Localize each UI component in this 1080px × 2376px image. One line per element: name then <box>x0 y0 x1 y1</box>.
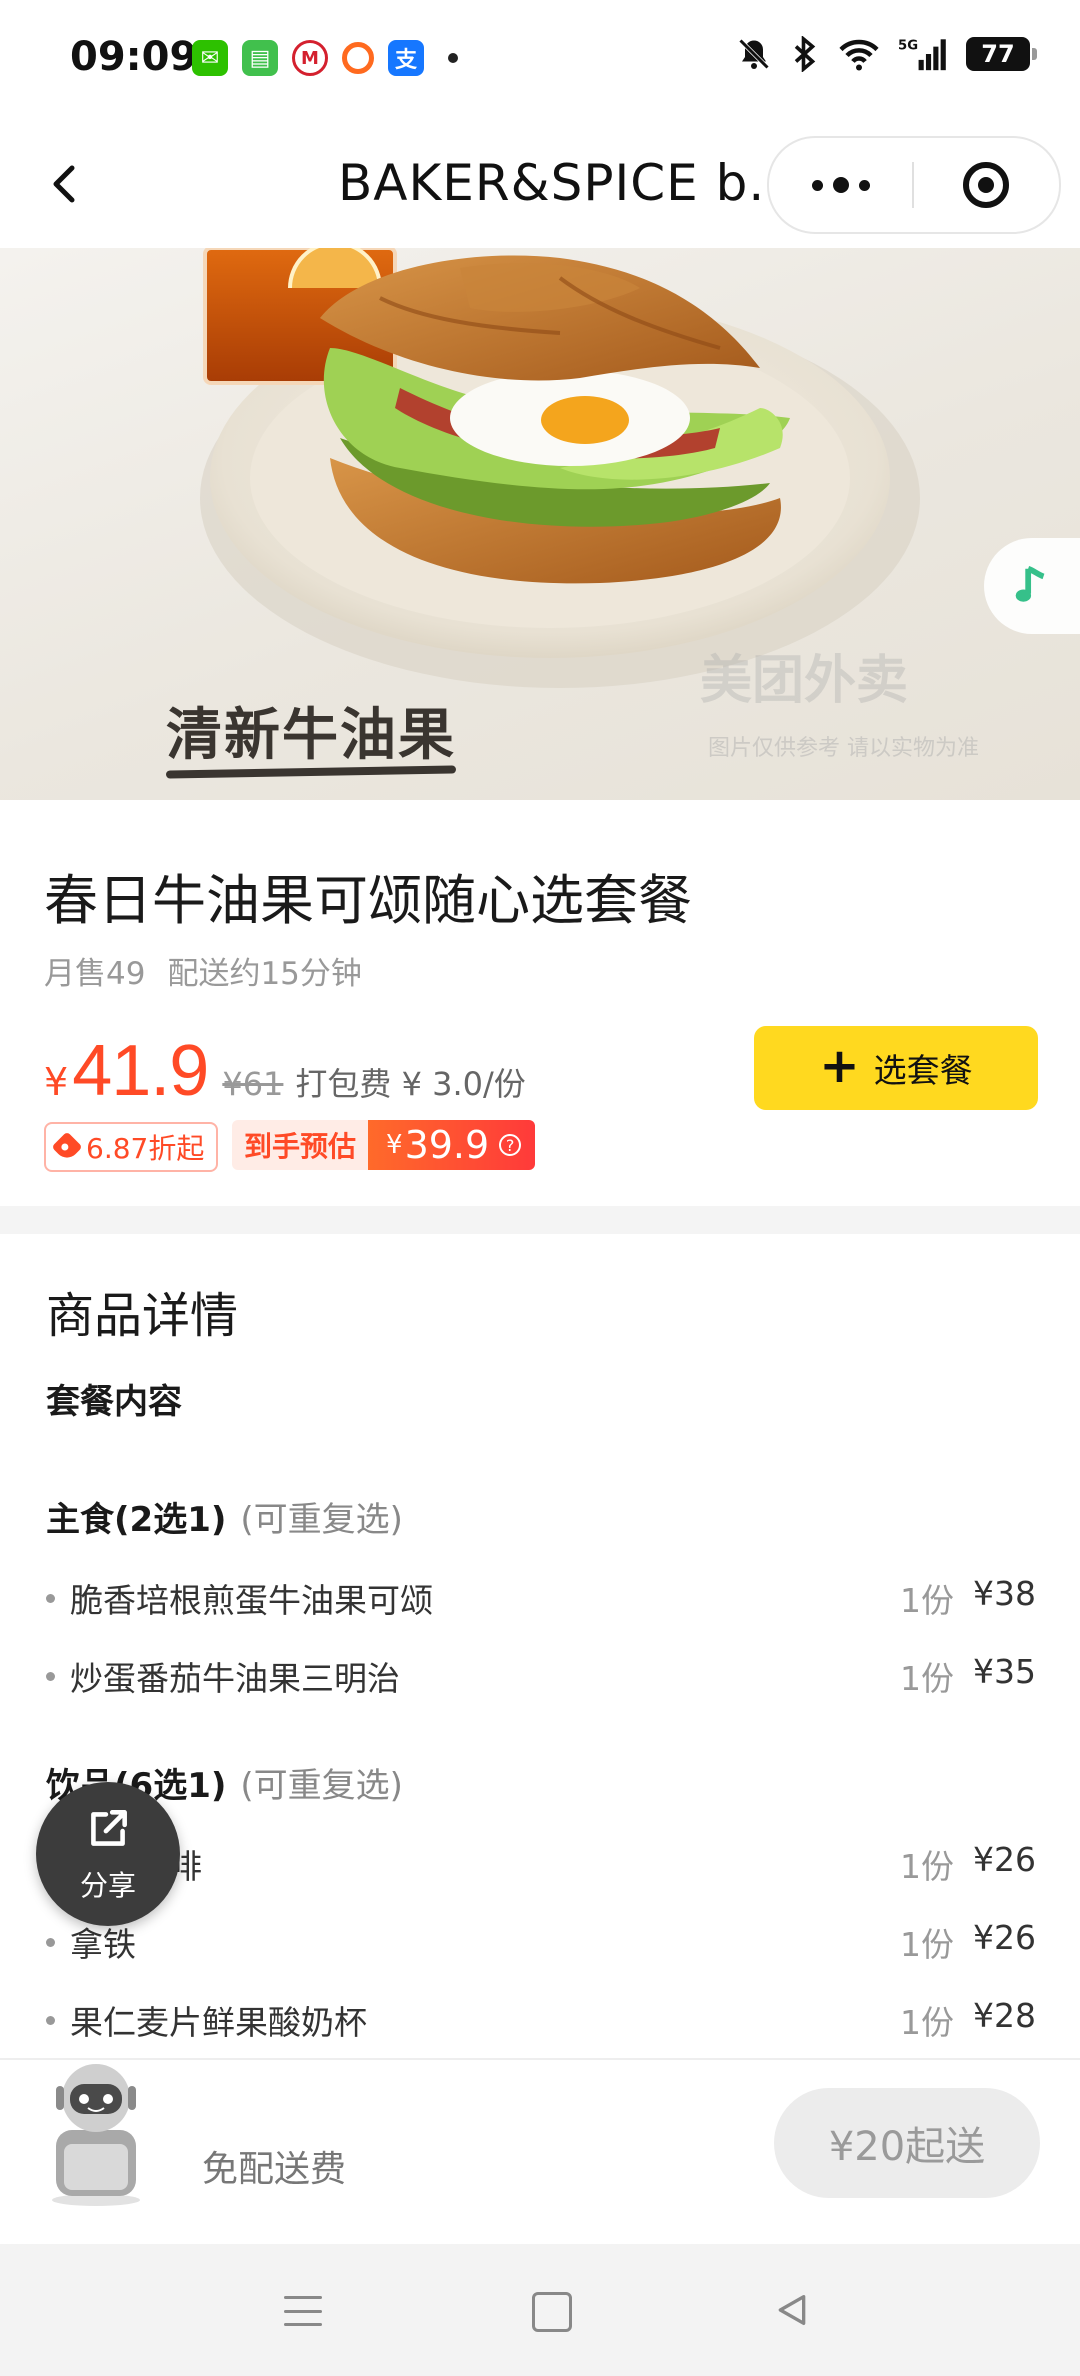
select-set-button[interactable]: + 选套餐 <box>754 1026 1038 1110</box>
group-heading-main: 主食(2选1) (可重复选) <box>46 1492 403 1541</box>
minimum-order-button[interactable]: ¥20起送 <box>774 2088 1040 2198</box>
item-price: ¥38 <box>973 1574 1036 1613</box>
alipay-icon: 支 <box>388 40 424 76</box>
monthly-sales: 月售49 <box>44 956 146 992</box>
item-qty: 1份 <box>900 1581 954 1620</box>
select-set-label: 选套餐 <box>873 1051 973 1090</box>
bullet <box>46 1672 55 1681</box>
list-item: 美式咖啡 1份 ¥26 <box>46 1840 1036 1890</box>
svg-text:5G: 5G <box>898 39 918 54</box>
meituan-watermark: 美团外卖 <box>700 651 909 711</box>
system-back-button[interactable] <box>772 2290 812 2330</box>
bank-icon: M <box>292 40 328 76</box>
current-price: 41.9 <box>72 1031 209 1111</box>
product-details: 商品详情 套餐内容 主食(2选1) (可重复选) 脆香培根煎蛋牛油果可颂 1份 ¥… <box>0 1234 1080 2058</box>
status-time: 09:09 <box>70 34 198 80</box>
more-notifications-icon <box>448 53 458 63</box>
bullet <box>46 1594 55 1603</box>
share-label: 分享 <box>79 1869 136 1902</box>
croissant-sandwich-illustration <box>200 248 920 688</box>
list-item: 果仁麦片鲜果酸奶杯 1份 ¥28 <box>46 1996 1036 2046</box>
price-tag-icon <box>51 1131 83 1163</box>
estimated-price-badge[interactable]: 到手预估 ¥ 39.9 ? <box>232 1120 536 1170</box>
group-note: (可重复选) <box>240 1500 403 1540</box>
product-image: 清新牛油果 美团外卖 图片仅供参考 请以实物为准 <box>0 248 1080 800</box>
estimate-label: 到手预估 <box>232 1120 369 1170</box>
signal-5g-icon: 5G <box>898 39 946 71</box>
notification-icons: ✉ ▤ M 支 <box>192 40 458 76</box>
target-icon <box>962 162 1009 208</box>
list-item: 炒蛋番茄牛油果三明治 1份 ¥35 <box>46 1652 1036 1702</box>
miniprogram-capsule <box>767 136 1061 234</box>
status-bar: 09:09 ✉ ▤ M 支 5G 77 <box>0 0 1080 118</box>
original-price: ¥61 <box>222 1065 284 1103</box>
price-row: ¥ 41.9 ¥61 打包费 ¥ 3.0/份 <box>44 1030 526 1112</box>
free-delivery-text: 免配送费 <box>202 2149 347 2190</box>
list-item: 拿铁 1份 ¥26 <box>46 1918 1036 1968</box>
bluetooth-icon <box>794 36 816 72</box>
bullet <box>46 2016 55 2025</box>
bullet <box>46 1938 55 1947</box>
details-heading: 商品详情 <box>46 1288 239 1344</box>
wifi-icon <box>839 39 879 71</box>
item-name: 果仁麦片鲜果酸奶杯 <box>70 2003 367 2042</box>
page-title: BAKER&SPICE b... <box>338 154 800 212</box>
item-qty: 1份 <box>900 1925 954 1964</box>
section-divider <box>0 1206 1080 1234</box>
currency-symbol: ¥ <box>44 1060 69 1104</box>
music-button[interactable] <box>984 538 1080 634</box>
navigation-bar: BAKER&SPICE b... <box>0 118 1080 248</box>
item-name: 脆香培根煎蛋牛油果可颂 <box>70 1581 433 1620</box>
battery-icon: 77 <box>966 37 1037 71</box>
back-button[interactable] <box>36 154 96 214</box>
app-ring-icon <box>342 42 374 74</box>
estimate-value-box: ¥ 39.9 ? <box>368 1120 536 1170</box>
plus-icon: + <box>819 1038 860 1094</box>
group-name: 主食(2选1) <box>46 1500 227 1540</box>
wechat-icon: ✉ <box>192 40 228 76</box>
close-miniprogram-button[interactable] <box>914 138 1057 232</box>
hero-caption: 清新牛油果 <box>166 703 456 768</box>
share-button[interactable]: 分享 <box>36 1782 180 1926</box>
help-icon[interactable]: ? <box>499 1134 522 1156</box>
set-contents-heading: 套餐内容 <box>46 1382 182 1422</box>
item-qty: 1份 <box>900 2003 954 2042</box>
mute-icon <box>738 38 770 70</box>
estimate-currency: ¥ <box>386 1130 403 1160</box>
robot-mascot-icon[interactable] <box>36 2060 156 2210</box>
delivery-time: 配送约15分钟 <box>167 956 362 992</box>
discount-badge[interactable]: 6.87折起 <box>44 1122 219 1172</box>
share-icon <box>91 1810 127 1846</box>
messages-icon: ▤ <box>242 40 278 76</box>
item-qty: 1份 <box>900 1659 954 1698</box>
item-price: ¥28 <box>973 1996 1036 2035</box>
item-qty: 1份 <box>900 1847 954 1886</box>
discount-text: 6.87折起 <box>86 1132 205 1165</box>
packing-fee: 打包费 ¥ 3.0/份 <box>295 1065 526 1103</box>
more-options-button[interactable] <box>769 138 912 232</box>
music-note-icon <box>1015 566 1045 602</box>
watermark-note: 图片仅供参考 请以实物为准 <box>708 736 979 761</box>
home-button[interactable] <box>532 2292 572 2332</box>
cart-bar: 免配送费 ¥20起送 <box>0 2058 1080 2246</box>
system-navigation-bar <box>0 2244 1080 2376</box>
product-title: 春日牛油果可颂随心选套餐 <box>44 869 692 932</box>
item-price: ¥26 <box>973 1918 1036 1957</box>
list-item: 脆香培根煎蛋牛油果可颂 1份 ¥38 <box>46 1574 1036 1624</box>
item-price: ¥26 <box>973 1840 1036 1879</box>
system-icons: 5G 77 <box>736 36 1037 72</box>
sales-line: 月售49 配送约15分钟 <box>44 948 362 993</box>
item-price: ¥35 <box>973 1652 1036 1691</box>
item-name: 炒蛋番茄牛油果三明治 <box>70 1659 400 1698</box>
product-info: 春日牛油果可颂随心选套餐 月售49 配送约15分钟 ¥ 41.9 ¥61 打包费 … <box>0 800 1080 1206</box>
recents-button[interactable] <box>284 2296 322 2326</box>
estimate-price: 39.9 <box>404 1123 490 1167</box>
group-note: (可重复选) <box>240 1766 403 1806</box>
